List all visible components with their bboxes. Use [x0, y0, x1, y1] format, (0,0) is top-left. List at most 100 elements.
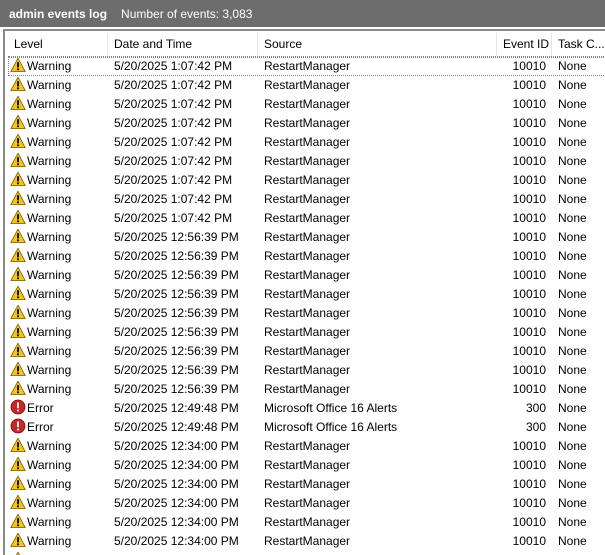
event-date-time: 5/20/2025 12:34:00 PM [114, 534, 239, 548]
event-date-time: 5/20/2025 12:56:39 PM [114, 287, 239, 301]
event-task-category: None [558, 477, 587, 491]
event-id: 10010 [512, 192, 546, 206]
column-header-level[interactable]: Level [8, 33, 108, 56]
event-task-category: None [558, 344, 587, 358]
event-id: 10010 [512, 363, 546, 377]
event-level: Error [8, 399, 108, 418]
event-level: Warning [8, 456, 108, 475]
event-date-time: 5/20/2025 12:56:39 PM [114, 268, 239, 282]
event-level: Warning [8, 323, 108, 342]
event-level-label: Warning [27, 458, 72, 472]
event-row[interactable]: Warning5/20/2025 12:34:00 PMRestartManag… [8, 437, 605, 456]
log-titlebar: admin events log Number of events: 3,083 [0, 0, 605, 27]
warning-icon [10, 247, 26, 263]
event-task-category: None [558, 401, 587, 415]
event-level-label: Warning [27, 135, 72, 149]
event-level: Warning [8, 95, 108, 114]
event-source: RestartManager [264, 59, 351, 73]
event-row[interactable]: Error 5/20/2025 12:49:48 PM Microsoft Offi… [8, 418, 605, 437]
event-task-category: None [558, 382, 587, 396]
event-row[interactable]: Warning 5/20/2025 12:56:39 PM RestartManag… [8, 266, 605, 285]
event-row[interactable]: Warning5/20/2025 12:34:00 PMRestartManag… [8, 456, 605, 475]
event-date-time: 5/20/2025 1:07:42 PM [114, 154, 233, 168]
column-header-date-time[interactable]: Date and Time [108, 33, 258, 56]
event-source: RestartManager [264, 154, 351, 168]
event-row[interactable]: Warning 5/20/2025 12:56:39 PM RestartManag… [8, 304, 605, 323]
event-row[interactable]: Warning5/20/2025 12:34:00 PMRestartManag… [8, 532, 605, 551]
event-row[interactable]: Error 5/20/2025 12:49:48 PM Microsoft Offi… [8, 399, 605, 418]
event-date-time: 5/20/2025 12:34:00 PM [114, 515, 239, 529]
event-level-label: Warning [27, 306, 72, 320]
event-level-label: Warning [27, 154, 72, 168]
column-header-source[interactable]: Source [258, 33, 497, 56]
event-row[interactable]: Warning 5/20/2025 12:56:39 PM RestartManag… [8, 380, 605, 399]
event-level: Warning [8, 494, 108, 513]
event-task-category: None [558, 287, 587, 301]
event-source: RestartManager [264, 230, 351, 244]
event-source: RestartManager [264, 477, 351, 491]
event-source: RestartManager [264, 287, 351, 301]
column-header-event-id[interactable]: Event ID [497, 33, 552, 56]
event-id: 300 [525, 401, 546, 415]
events-list-frame[interactable]: Level Date and Time Source Event ID Task… [3, 29, 605, 555]
event-level: Warning [8, 114, 108, 133]
event-row[interactable]: Warning 5/20/2025 1:07:42 PM RestartManage… [8, 171, 605, 190]
event-task-category: None [558, 192, 587, 206]
event-row[interactable]: Warning 5/20/2025 12:56:39 PM RestartManag… [8, 285, 605, 304]
error-icon [10, 399, 26, 415]
warning-icon [10, 532, 26, 548]
event-row[interactable]: Warning 5/20/2025 1:07:42 PM RestartManage… [8, 114, 605, 133]
event-task-category: None [558, 97, 587, 111]
event-level-label: Error [27, 420, 54, 434]
event-level: Warning [8, 57, 108, 76]
event-row[interactable]: Warning 5/20/2025 12:56:39 PM RestartManag… [8, 247, 605, 266]
event-id: 10010 [512, 249, 546, 263]
event-date-time: 5/20/2025 1:07:42 PM [114, 78, 233, 92]
event-level: Warning [8, 285, 108, 304]
event-id: 10010 [512, 439, 546, 453]
event-source: RestartManager [264, 78, 351, 92]
event-level: Warning [8, 342, 108, 361]
event-level: Warning [8, 76, 108, 95]
event-task-category: None [558, 325, 587, 339]
event-level-label: Warning [27, 477, 72, 491]
event-source: RestartManager [264, 363, 351, 377]
event-id: 10010 [512, 154, 546, 168]
event-row[interactable]: Warning 5/20/2025 1:07:42 PM RestartManage… [8, 95, 605, 114]
event-id: 10010 [512, 477, 546, 491]
event-level-label: Warning [27, 287, 72, 301]
event-row[interactable]: Warning5/20/2025 12:34:00 PMRestartManag… [8, 513, 605, 532]
event-level: Warning [8, 190, 108, 209]
event-task-category: None [558, 268, 587, 282]
event-row[interactable]: Warning 5/20/2025 1:07:42 PM RestartManage… [8, 57, 605, 76]
event-row[interactable]: Warning 5/20/2025 1:07:42 PM RestartManage… [8, 133, 605, 152]
event-row[interactable]: Warning5/20/2025 12:34:00 PMRestartManag… [8, 551, 605, 555]
event-source: Microsoft Office 16 Alerts [264, 420, 398, 434]
warning-icon [10, 437, 26, 453]
event-date-time: 5/20/2025 12:56:39 PM [114, 382, 239, 396]
event-row[interactable]: Warning 5/20/2025 1:07:42 PM RestartManage… [8, 76, 605, 95]
event-date-time: 5/20/2025 12:56:39 PM [114, 344, 239, 358]
event-level: Warning [8, 361, 108, 380]
event-row[interactable]: Warning 5/20/2025 1:07:42 PM RestartManage… [8, 152, 605, 171]
event-source: RestartManager [264, 306, 351, 320]
event-source: RestartManager [264, 173, 351, 187]
event-date-time: 5/20/2025 12:56:39 PM [114, 249, 239, 263]
event-id: 10010 [512, 59, 546, 73]
event-row[interactable]: Warning 5/20/2025 12:56:39 PM RestartManag… [8, 228, 605, 247]
event-row[interactable]: Warning 5/20/2025 1:07:42 PM RestartManage… [8, 209, 605, 228]
event-task-category: None [558, 249, 587, 263]
warning-icon [10, 494, 26, 510]
event-row[interactable]: Warning5/20/2025 12:34:00 PMRestartManag… [8, 475, 605, 494]
event-row[interactable]: Warning 5/20/2025 12:56:39 PM RestartManag… [8, 361, 605, 380]
event-source: RestartManager [264, 249, 351, 263]
event-row[interactable]: Warning5/20/2025 12:34:00 PMRestartManag… [8, 494, 605, 513]
warning-icon [10, 133, 26, 149]
event-date-time: 5/20/2025 12:49:48 PM [114, 420, 239, 434]
event-row[interactable]: Warning 5/20/2025 1:07:42 PM RestartManage… [8, 190, 605, 209]
column-header-task-category[interactable]: Task C... [552, 33, 605, 56]
event-row[interactable]: Warning 5/20/2025 12:56:39 PM RestartManag… [8, 342, 605, 361]
event-row[interactable]: Warning 5/20/2025 12:56:39 PM RestartManag… [8, 323, 605, 342]
event-level-label: Warning [27, 344, 72, 358]
event-level-label: Warning [27, 192, 72, 206]
